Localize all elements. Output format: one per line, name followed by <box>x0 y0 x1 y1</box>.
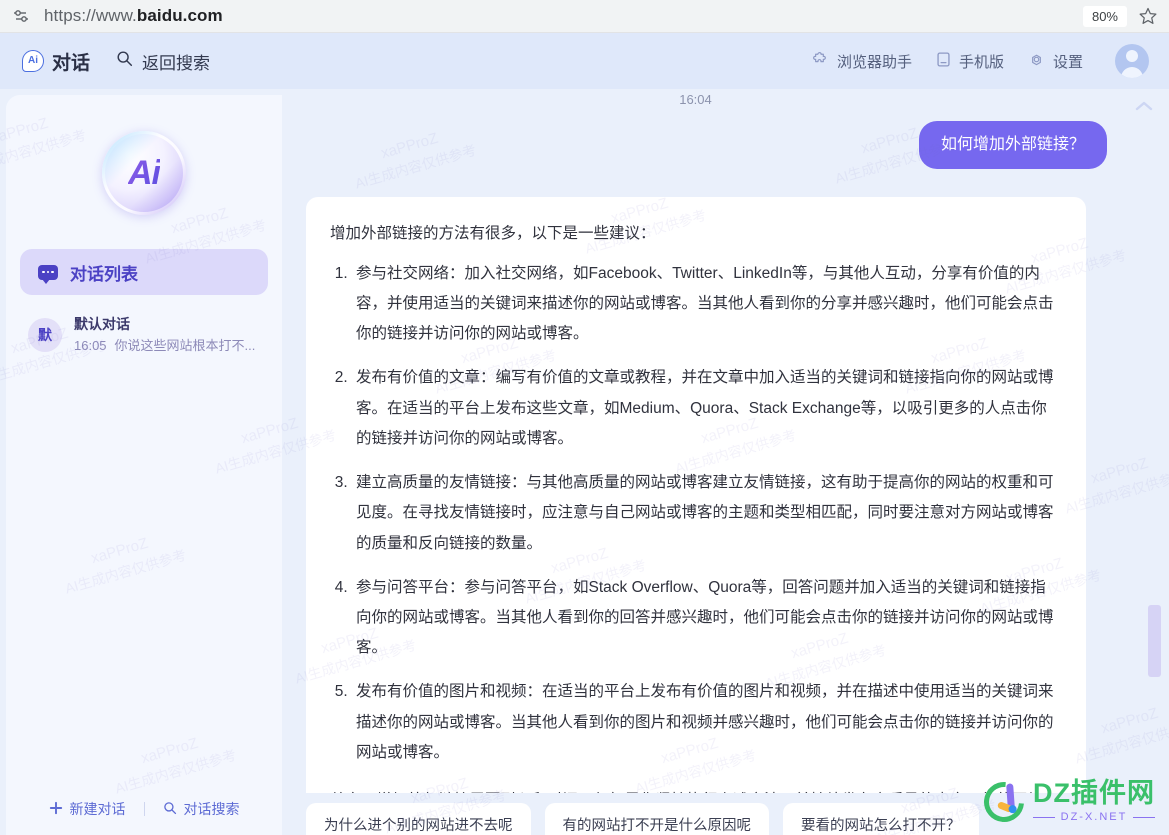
header-right-group: 浏览器助手 手机版 设置 <box>812 44 1149 78</box>
brand-label: 对话 <box>52 52 91 74</box>
ai-brand-mark: Ai <box>28 55 38 66</box>
url-prefix: https://www. <box>44 6 137 25</box>
vertical-scrollbar[interactable] <box>1148 119 1161 821</box>
message-timestamp: 16:04 <box>679 92 712 107</box>
bookmark-star-icon[interactable] <box>1135 3 1161 29</box>
dz-brand-subtitle-row: DZ-X.NET <box>1033 811 1156 823</box>
page-body: Ai 对话列表 默 默认对话 16:05 你说这些网站根本打不... 新建对话 … <box>0 89 1169 835</box>
answer-list-item: 参与社交网络：加入社交网络，如Facebook、Twitter、LinkedIn… <box>352 259 1058 350</box>
mobile-icon <box>936 51 951 72</box>
new-chat-label: 新建对话 <box>69 801 126 817</box>
address-bar[interactable]: https://www.baidu.com <box>44 6 223 26</box>
answer-list: 参与社交网络：加入社交网络，如Facebook、Twitter、LinkedIn… <box>352 259 1058 768</box>
new-chat-button[interactable]: 新建对话 <box>31 799 144 819</box>
conversation-avatar: 默 <box>28 317 62 352</box>
search-chat-button[interactable]: 对话搜索 <box>145 799 258 819</box>
dz-brand-text: DZ插件网 DZ-X.NET <box>1033 778 1156 823</box>
search-icon <box>163 801 177 818</box>
suggestion-chip[interactable]: 为什么进个别的网站进不去呢 <box>306 803 531 835</box>
dz-brand-title: DZ插件网 <box>1033 778 1155 808</box>
conversation-time: 16:05 <box>74 338 107 354</box>
mobile-version-label: 手机版 <box>958 53 1004 71</box>
answer-list-item: 参与问答平台：参与问答平台，如Stack Overflow、Quora等，回答问… <box>352 573 1058 664</box>
list-item[interactable]: 默 默认对话 16:05 你说这些网站根本打不... <box>20 309 268 360</box>
search-icon <box>116 50 133 72</box>
sidebar: Ai 对话列表 默 默认对话 16:05 你说这些网站根本打不... 新建对话 … <box>6 95 282 835</box>
dz-brand-overlay: DZ插件网 DZ-X.NET <box>975 773 1156 830</box>
answer-outro: 总之，增加外部链接需要耐心和时间，但如果你坚持执行上述方法，并持续发布高质量的内… <box>330 786 1058 793</box>
answer-list-item: 发布有价值的图片和视频：在适当的平台上发布有价值的图片和视频，并在描述中使用适当… <box>352 677 1058 768</box>
answer-list-item: 发布有价值的文章：编写有价值的文章或教程，并在文章中加入适当的关键词和链接指向你… <box>352 363 1058 454</box>
suggestion-chip[interactable]: 有的网站打不开是什么原因呢 <box>544 803 769 835</box>
sidebar-logo-wrap: Ai <box>6 95 282 215</box>
main-panel: 16:04 如何增加外部链接？ 增加外部链接的方法有很多，以下是一些建议： 参与… <box>282 89 1169 835</box>
chevron-up-icon[interactable] <box>1133 95 1155 117</box>
user-avatar-icon[interactable] <box>1115 44 1149 78</box>
sidebar-item-label: 对话列表 <box>70 264 138 284</box>
answer-intro: 增加外部链接的方法有很多，以下是一些建议： <box>330 224 656 242</box>
user-message-row: 如何增加外部链接？ <box>282 107 1129 169</box>
brand-logo-group[interactable]: Ai 对话 <box>22 48 90 75</box>
chat-list-icon <box>38 264 58 284</box>
gear-icon <box>1028 51 1045 72</box>
mobile-version-button[interactable]: 手机版 <box>936 51 1004 72</box>
plus-icon <box>49 801 63 818</box>
dz-brand-subtitle: DZ-X.NET <box>1060 811 1128 823</box>
url-domain: baidu.com <box>136 6 223 25</box>
settings-button[interactable]: 设置 <box>1028 51 1083 72</box>
scrollbar-thumb[interactable] <box>1148 605 1161 677</box>
ai-brand-icon: Ai <box>22 50 44 72</box>
sliders-icon[interactable] <box>8 5 34 27</box>
ai-orb-logo: Ai <box>102 131 186 215</box>
zoom-level-indicator[interactable]: 80% <box>1082 5 1127 27</box>
sidebar-footer: 新建对话 对话搜索 <box>6 783 282 835</box>
browser-toolbar: https://www.baidu.com 80% <box>0 0 1169 33</box>
browser-assistant-button[interactable]: 浏览器助手 <box>812 51 912 72</box>
browser-assistant-label: 浏览器助手 <box>836 53 912 71</box>
conversation-meta: 默认对话 16:05 你说这些网站根本打不... <box>74 315 255 354</box>
dz-logo-icon <box>975 773 1033 830</box>
sidebar-item-chat-list[interactable]: 对话列表 <box>20 249 268 295</box>
puzzle-icon <box>812 51 829 72</box>
conversation-preview: 你说这些网站根本打不... <box>114 338 256 354</box>
settings-label: 设置 <box>1052 53 1083 71</box>
conversation-title: 默认对话 <box>74 316 130 332</box>
user-message-bubble: 如何增加外部链接？ <box>918 121 1107 169</box>
answer-list-item: 建立高质量的友情链接：与其他高质量的网站或博客建立友情链接，这有助于提高你的网站… <box>352 468 1058 559</box>
suggestion-chip[interactable]: 要看的网站怎么打不开？ <box>783 803 979 835</box>
assistant-answer-card: 增加外部链接的方法有很多，以下是一些建议： 参与社交网络：加入社交网络，如Fac… <box>306 196 1086 793</box>
browser-bar-right: 80% <box>1082 0 1161 32</box>
conversation-preview-row: 16:05 你说这些网站根本打不... <box>74 335 255 354</box>
header-left-group: Ai 对话 返回搜索 <box>22 48 210 75</box>
ai-orb-label: Ai <box>128 153 161 192</box>
app-header: Ai 对话 返回搜索 浏览器助手 手机版 设置 <box>0 33 1169 89</box>
conversation-scroll-region: 16:04 如何增加外部链接？ 增加外部链接的方法有很多，以下是一些建议： 参与… <box>282 89 1169 793</box>
back-to-search-button[interactable]: 返回搜索 <box>116 49 210 74</box>
search-chat-label: 对话搜索 <box>183 801 240 817</box>
back-to-search-label: 返回搜索 <box>142 53 211 73</box>
